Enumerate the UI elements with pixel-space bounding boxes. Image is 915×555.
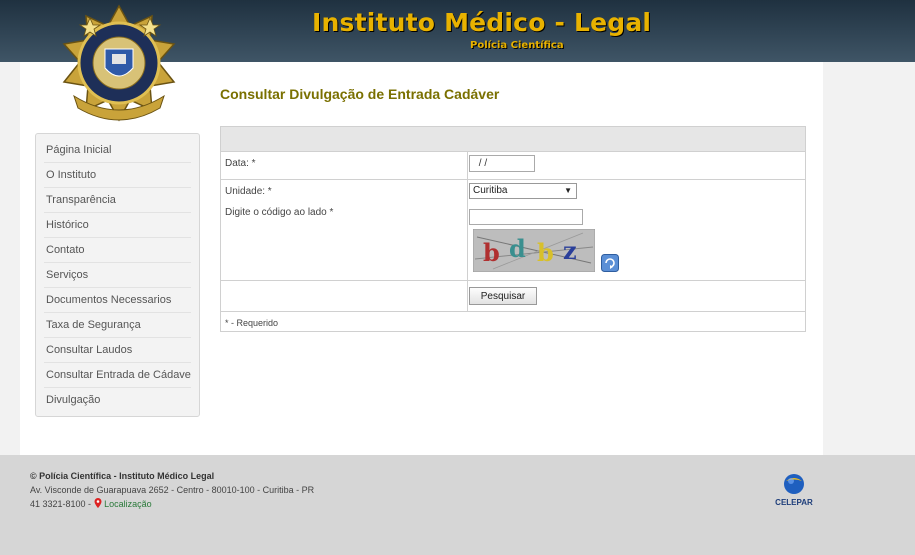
captcha-char-3: b	[537, 238, 554, 267]
footer-info: © Polícia Científica - Instituto Médico …	[30, 469, 314, 511]
site-subtitle: Polícia Científica	[470, 40, 564, 51]
refresh-captcha-icon[interactable]	[601, 254, 619, 272]
sidebar-item-transparencia[interactable]: Transparência	[44, 188, 191, 213]
date-row: Data: *	[221, 152, 805, 180]
captcha-char-2: d	[509, 234, 526, 263]
sidebar-item-pagina-inicial[interactable]: Página Inicial	[44, 138, 191, 163]
captcha-char-1: b	[483, 238, 500, 267]
page-title: Consultar Divulgação de Entrada Cadáver	[220, 86, 500, 102]
unit-captcha-row: Unidade: * Digite o código ao lado * Cur…	[221, 180, 805, 281]
sidebar-item-contato[interactable]: Contato	[44, 238, 191, 263]
captcha-label: Digite o código ao lado *	[225, 207, 334, 218]
celepar-logo[interactable]: CELEPAR	[774, 473, 814, 509]
sidebar-item-historico[interactable]: Histórico	[44, 213, 191, 238]
sidebar-item-consultar-laudos[interactable]: Consultar Laudos	[44, 338, 191, 363]
sidebar-item-o-instituto[interactable]: O Instituto	[44, 163, 191, 188]
search-button[interactable]: Pesquisar	[469, 287, 537, 305]
unit-select[interactable]: Curitiba ▼	[469, 183, 577, 199]
site-footer: © Polícia Científica - Instituto Médico …	[0, 455, 915, 555]
captcha-image: b d b z	[473, 229, 595, 272]
police-badge-logo[interactable]	[60, 4, 178, 124]
sidebar-item-divulgacao[interactable]: Divulgação	[44, 388, 191, 412]
footer-address: Av. Visconde de Guarapuava 2652 - Centro…	[30, 485, 315, 495]
sidebar-item-consultar-entrada[interactable]: Consultar Entrada de Cádaver	[44, 363, 191, 388]
celepar-globe-icon	[784, 474, 804, 494]
celepar-label: CELEPAR	[775, 498, 813, 507]
map-link[interactable]: Localização	[104, 499, 152, 509]
date-input[interactable]	[469, 155, 535, 172]
unit-label: Unidade: *	[225, 186, 272, 197]
unit-select-value: Curitiba	[473, 185, 508, 196]
chevron-down-icon: ▼	[564, 186, 572, 195]
button-row: Pesquisar	[221, 281, 805, 312]
sidebar-nav: Página Inicial O Instituto Transparência…	[35, 133, 200, 417]
captcha-char-4: z	[563, 236, 577, 265]
footer-phone: 41 3321-8100 -	[30, 499, 92, 509]
form-header-bar	[221, 127, 805, 152]
site-title: Instituto Médico - Legal	[312, 8, 652, 37]
sidebar-item-servicos[interactable]: Serviços	[44, 263, 191, 288]
map-pin-icon	[94, 498, 102, 508]
sidebar-item-documentos[interactable]: Documentos Necessarios	[44, 288, 191, 313]
captcha-input[interactable]	[469, 209, 583, 225]
date-label: Data: *	[221, 152, 468, 179]
footer-org: © Polícia Científica - Instituto Médico …	[30, 471, 215, 481]
sidebar-item-taxa-seguranca[interactable]: Taxa de Segurança	[44, 313, 191, 338]
search-form: Data: * Unidade: * Digite o código ao la…	[220, 126, 806, 332]
required-note: * - Requerido	[225, 318, 279, 328]
